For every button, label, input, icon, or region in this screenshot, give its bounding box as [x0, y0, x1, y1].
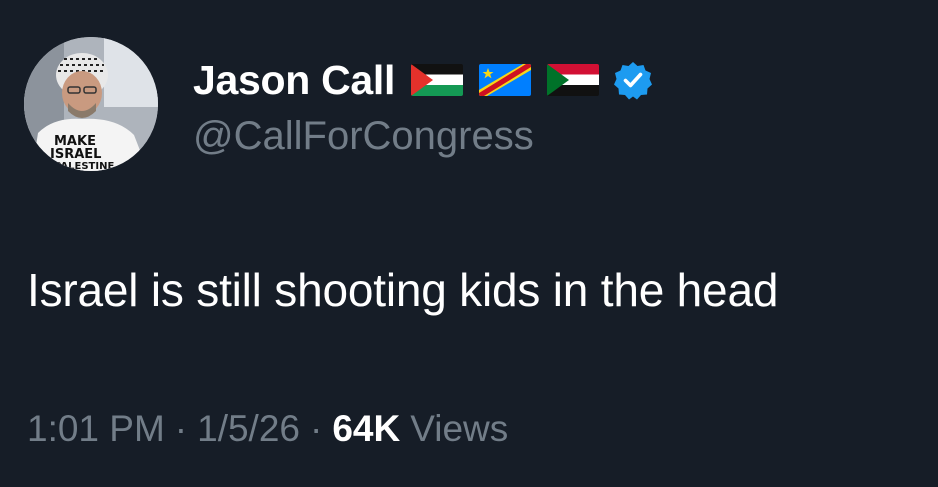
svg-text:PALESTINE: PALESTINE [54, 161, 114, 171]
tweet-text: Israel is still shooting kids in the hea… [27, 264, 779, 316]
sudan-flag-icon [547, 64, 600, 96]
avatar[interactable]: MAKE ISRAEL PALESTINE [24, 37, 158, 171]
tweet-date[interactable]: 1/5/26 [197, 408, 300, 450]
dr-congo-flag-icon [479, 64, 532, 96]
author-name-row: Jason Call [193, 52, 653, 108]
views-count[interactable]: 64K [332, 408, 400, 450]
meta-separator: · [174, 408, 188, 449]
svg-text:ISRAEL: ISRAEL [50, 147, 101, 162]
tweet-card: MAKE ISRAEL PALESTINE Jason Call @CallFo… [0, 0, 938, 487]
display-name[interactable]: Jason Call [193, 57, 395, 104]
tweet-time[interactable]: 1:01 PM [27, 408, 165, 450]
views-label[interactable]: Views [410, 408, 508, 450]
meta-separator: · [310, 408, 323, 449]
palestine-flag-icon [411, 64, 464, 96]
verified-badge-icon [613, 60, 653, 100]
author-handle[interactable]: @CallForCongress [193, 114, 534, 159]
tweet-meta: 1:01 PM · 1/5/26 · 64K Views [27, 408, 508, 450]
